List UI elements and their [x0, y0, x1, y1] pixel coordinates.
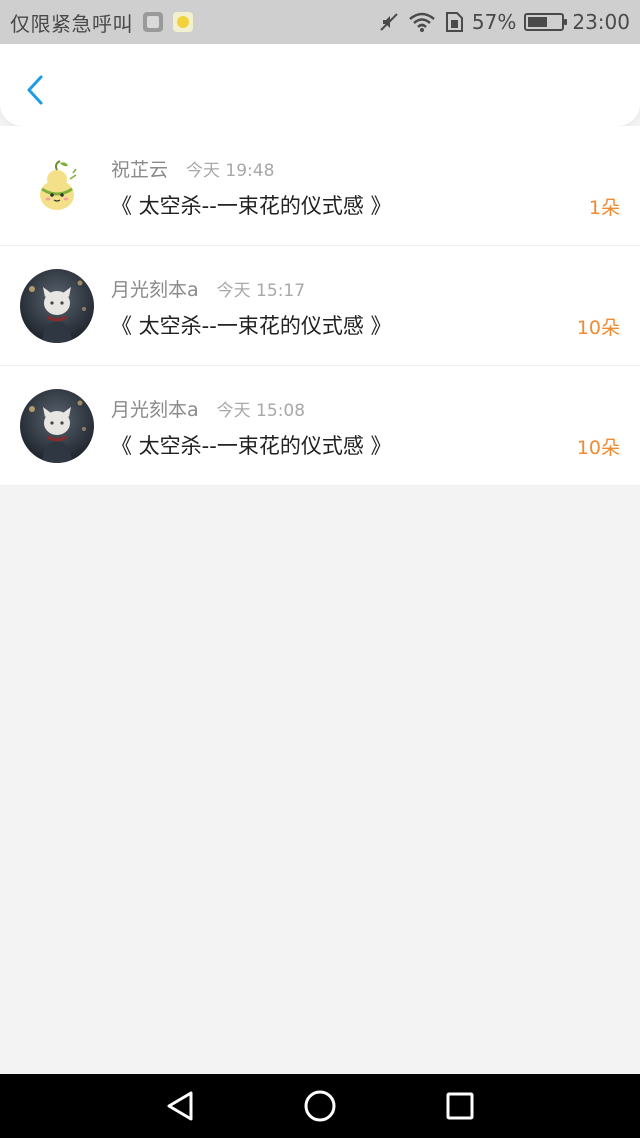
item-title: 《 太空杀--一束花的仪式感 》: [111, 314, 392, 338]
status-time: 23:00: [572, 10, 630, 34]
gift-record-list: 祝芷云 今天 19:48 《 太空杀--一束花的仪式感 》 1朵 月光刻本a 今…: [0, 126, 640, 486]
anime-cat-avatar[interactable]: [20, 269, 94, 343]
anime-cat-avatar[interactable]: [20, 389, 94, 463]
list-item[interactable]: 月光刻本a 今天 15:17 《 太空杀--一束花的仪式感 》 10朵: [0, 246, 640, 366]
flower-count: 10朵: [576, 317, 620, 339]
nav-back-button[interactable]: [156, 1082, 204, 1130]
battery-icon: [524, 13, 568, 31]
home-circle-icon: [304, 1090, 336, 1122]
back-triangle-icon: [167, 1091, 193, 1121]
carrier-text: 仅限紧急呼叫: [10, 11, 133, 36]
back-button[interactable]: [18, 68, 52, 112]
wifi-icon: [408, 11, 436, 33]
sender-name-text: 月光刻本a: [111, 399, 199, 421]
flower-count: 10朵: [576, 437, 620, 459]
send-time: 今天 15:08: [216, 401, 306, 421]
nav-recents-button[interactable]: [436, 1082, 484, 1130]
send-time: 今天 19:48: [186, 161, 275, 181]
gallery-notification-icon: [143, 12, 163, 32]
nav-home-button[interactable]: [296, 1082, 344, 1130]
sender-name-text: 祝芷云: [111, 159, 169, 181]
mute-icon: [378, 11, 400, 33]
app-notification-icon: [173, 12, 193, 32]
sim-icon: [444, 11, 464, 33]
item-title: 《 太空杀--一束花的仪式感 》: [111, 194, 392, 218]
status-left: 仅限紧急呼叫: [10, 8, 193, 37]
navigation-bar: [0, 1074, 640, 1138]
list-item[interactable]: 祝芷云 今天 19:48 《 太空杀--一束花的仪式感 》 1朵: [0, 126, 640, 246]
header: [0, 44, 640, 126]
list-item[interactable]: 月光刻本a 今天 15:08 《 太空杀--一束花的仪式感 》 10朵: [0, 366, 640, 486]
flower-count: 1朵: [588, 197, 620, 219]
sender-name: 月光刻本a 今天 15:17: [111, 275, 305, 302]
item-title: 《 太空杀--一束花的仪式感 》: [111, 434, 392, 458]
gourd-sticker-avatar[interactable]: [20, 149, 94, 223]
send-time: 今天 15:17: [216, 281, 306, 301]
status-bar: 仅限紧急呼叫 57% 23:00: [0, 0, 640, 44]
sender-name: 祝芷云 今天 19:48: [111, 155, 274, 182]
recents-square-icon: [446, 1092, 474, 1120]
chevron-left-icon: [27, 75, 43, 105]
status-right: 57% 23:00: [378, 10, 630, 34]
sender-name-text: 月光刻本a: [111, 279, 199, 301]
sender-name: 月光刻本a 今天 15:08: [111, 395, 305, 422]
battery-fill: [528, 17, 547, 27]
battery-percent: 57%: [471, 10, 517, 34]
